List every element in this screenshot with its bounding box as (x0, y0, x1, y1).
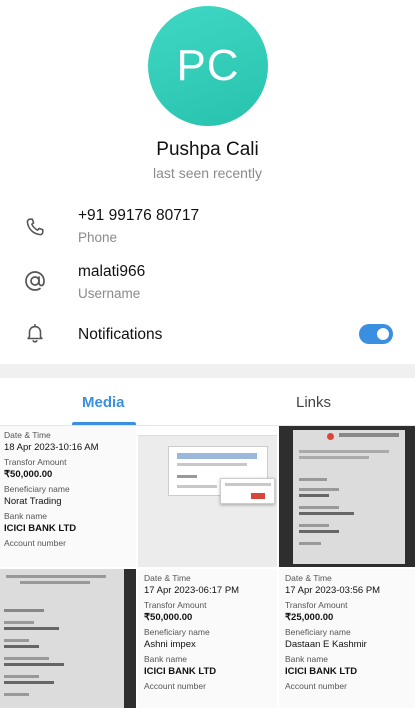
photo-phone-screen (293, 430, 405, 564)
tab-media[interactable]: Media (82, 394, 125, 411)
receipt-account-label: Account number (285, 681, 347, 691)
username-label: Username (78, 286, 141, 301)
media-grid: Date & Time 18 Apr 2023-10:16 AM Transfo… (0, 426, 415, 708)
avatar-initials: PC (176, 41, 240, 90)
tab-links[interactable]: Links (296, 394, 331, 411)
receipt-bank-label: Bank name (4, 511, 47, 521)
receipt-bank: ICICI BANK LTD (4, 523, 77, 534)
media-thumb-receipt-3[interactable]: Date & Time 17 Apr 2023-03:56 PM Transfo… (279, 569, 415, 708)
receipt-beneficiary: Ashni impex (144, 639, 196, 650)
phone-label: Phone (78, 230, 118, 245)
username-row[interactable]: malati966 Username (0, 256, 415, 312)
receipt-beneficiary: Norat Trading (4, 496, 62, 507)
notifications-toggle[interactable] (359, 324, 393, 344)
media-tabs: Media Links (0, 378, 415, 426)
receipt-date-label: Date & Time (4, 430, 51, 440)
last-seen-status: last seen recently (153, 165, 262, 181)
screenshot-dialog (220, 478, 275, 504)
phone-icon (22, 214, 48, 240)
username-value[interactable]: malati966 (78, 263, 145, 281)
receipt-amount: ₹25,000.00 (285, 612, 334, 623)
toggle-knob (375, 326, 391, 342)
receipt-account-label: Account number (4, 538, 66, 548)
receipt-amount-label: Transfor Amount (4, 457, 67, 467)
avatar[interactable]: PC (148, 6, 268, 126)
browser-bar (138, 426, 277, 436)
media-thumb-receipt-2[interactable]: Date & Time 17 Apr 2023-06:17 PM Transfo… (138, 569, 277, 708)
phone-number[interactable]: +91 99176 80717 (78, 207, 199, 225)
receipt-amount-label: Transfor Amount (285, 600, 348, 610)
contact-name: Pushpa Cali (156, 139, 259, 160)
at-sign-icon (22, 268, 48, 294)
receipt-bank-label: Bank name (285, 654, 328, 664)
receipt-beneficiary-label: Beneficiary name (144, 627, 210, 637)
receipt-bank: ICICI BANK LTD (144, 666, 217, 677)
receipt-date: 17 Apr 2023-03:56 PM (285, 585, 381, 596)
receipt-account-label: Account number (144, 681, 206, 691)
receipt-date: 18 Apr 2023-10:16 AM (4, 442, 99, 453)
media-thumb-receipt-1[interactable]: Date & Time 18 Apr 2023-10:16 AM Transfo… (0, 426, 136, 567)
receipt-beneficiary-label: Beneficiary name (285, 627, 351, 637)
receipt-beneficiary: Dastaan E Kashmir (285, 639, 367, 650)
media-thumb-phone-photo-1[interactable] (279, 426, 415, 567)
bell-icon (22, 320, 48, 346)
phone-row[interactable]: +91 99176 80717 Phone (0, 200, 415, 256)
photo-phone-screen (0, 569, 124, 708)
media-thumb-phone-photo-2[interactable] (0, 569, 136, 708)
receipt-date: 17 Apr 2023-06:17 PM (144, 585, 240, 596)
receipt-bank: ICICI BANK LTD (285, 666, 358, 677)
receipt-bank-label: Bank name (144, 654, 187, 664)
notifications-label: Notifications (78, 326, 163, 343)
receipt-date-label: Date & Time (285, 573, 332, 583)
section-separator (0, 364, 415, 378)
receipt-date-label: Date & Time (144, 573, 191, 583)
receipt-amount: ₹50,000.00 (144, 612, 193, 623)
receipt-beneficiary-label: Beneficiary name (4, 484, 70, 494)
media-thumb-web-screenshot[interactable] (138, 426, 277, 567)
notifications-row[interactable]: Notifications (0, 312, 415, 368)
receipt-amount-label: Transfor Amount (144, 600, 207, 610)
receipt-amount: ₹50,000.00 (4, 469, 53, 480)
active-tab-indicator (72, 422, 136, 425)
